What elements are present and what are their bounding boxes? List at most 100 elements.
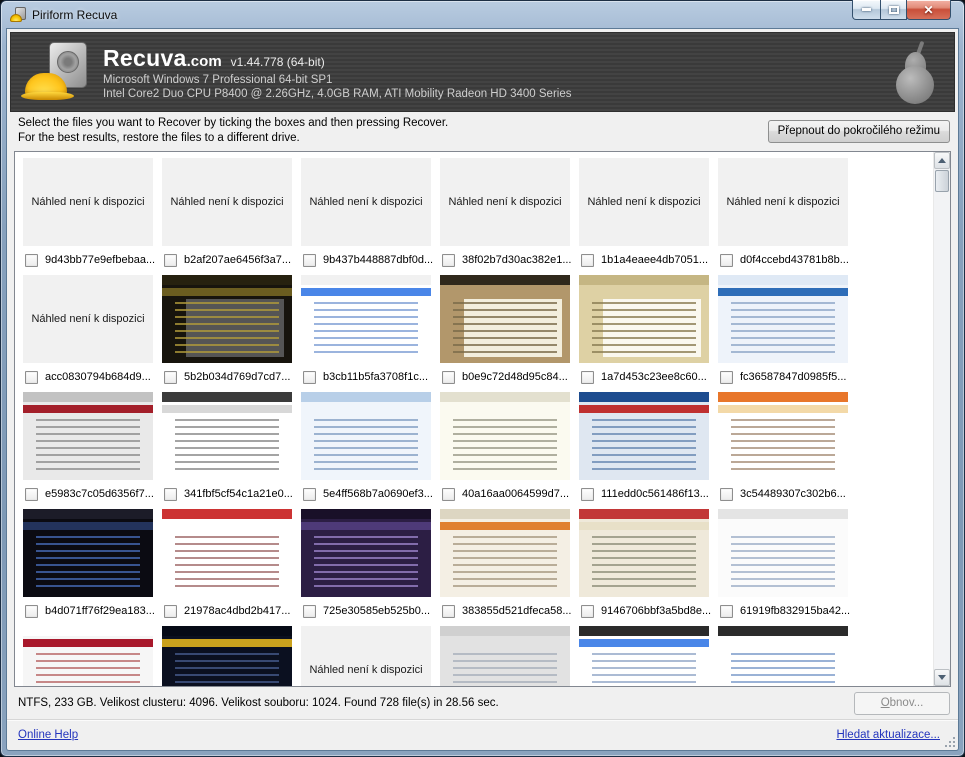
file-name: b2af207ae6456f3a7...	[184, 254, 291, 266]
file-thumbnail[interactable]	[301, 275, 431, 363]
file-thumbnail[interactable]: Náhled není k dispozici	[718, 158, 848, 246]
file-thumbnail[interactable]	[718, 509, 848, 597]
file-checkbox[interactable]	[303, 605, 316, 618]
file-name: 1a7d453c23ee8c60...	[601, 371, 707, 383]
file-thumbnail[interactable]	[440, 626, 570, 686]
file-checkbox[interactable]	[581, 371, 594, 384]
file-label-row: 3c54489307c302b6...	[718, 487, 848, 501]
file-checkbox[interactable]	[303, 254, 316, 267]
scrollbar-thumb[interactable]	[935, 170, 949, 192]
file-checkbox[interactable]	[164, 488, 177, 501]
file-thumbnail[interactable]	[301, 509, 431, 597]
file-thumbnail[interactable]	[162, 275, 292, 363]
scrollbar-up-button[interactable]	[934, 152, 950, 169]
file-name: 9146706bbf3a5bd8e...	[601, 605, 711, 617]
check-updates-link[interactable]: Hledat aktualizace...	[836, 729, 940, 741]
file-label-row: 61919fb832915ba42...	[718, 604, 848, 618]
thumbnail-header-bar	[301, 275, 431, 285]
thumbnail-band	[23, 522, 153, 530]
file-thumbnail[interactable]	[440, 509, 570, 597]
file-name: 38f02b7d30ac382e1...	[462, 254, 572, 266]
file-thumbnail[interactable]: Náhled není k dispozici	[301, 626, 431, 686]
file-cell: Náhled není k dispozicid0f4ccebd43781b8b…	[718, 158, 848, 267]
recuva-logo-icon	[25, 42, 89, 102]
file-checkbox[interactable]	[442, 605, 455, 618]
pear-body	[896, 66, 934, 104]
file-thumbnail[interactable]: Náhled není k dispozici	[579, 158, 709, 246]
thumbnail-header-bar	[301, 392, 431, 402]
file-checkbox[interactable]	[442, 371, 455, 384]
file-thumbnail[interactable]	[718, 392, 848, 480]
file-thumbnail[interactable]: Náhled není k dispozici	[23, 158, 153, 246]
file-thumbnail[interactable]	[23, 626, 153, 686]
file-checkbox[interactable]	[720, 488, 733, 501]
file-checkbox[interactable]	[581, 254, 594, 267]
file-checkbox[interactable]	[720, 371, 733, 384]
file-grid: Náhled není k dispozici 9d43bb77e9efbebaa…	[15, 152, 933, 686]
file-thumbnail[interactable]: Náhled není k dispozici	[440, 158, 570, 246]
file-checkbox[interactable]	[720, 254, 733, 267]
file-checkbox[interactable]	[720, 605, 733, 618]
file-label-row: 38f02b7d30ac382e1...	[440, 253, 570, 267]
file-cell: 1a7d453c23ee8c60...	[579, 275, 709, 384]
file-thumbnail[interactable]	[162, 392, 292, 480]
maximize-button[interactable]	[880, 0, 907, 20]
file-thumbnail[interactable]	[23, 392, 153, 480]
online-help-link[interactable]: Online Help	[18, 729, 78, 741]
file-checkbox[interactable]	[581, 488, 594, 501]
thumbnail-header-bar	[718, 275, 848, 285]
file-checkbox[interactable]	[164, 605, 177, 618]
thumbnail-band	[579, 522, 709, 530]
advanced-mode-button[interactable]: Přepnout do pokročilého režimu	[768, 120, 950, 143]
recover-button[interactable]: Obnov...	[854, 692, 950, 715]
no-preview-text: Náhled není k dispozici	[31, 196, 144, 208]
file-label-row: 9d43bb77e9efbebaa...	[23, 253, 153, 267]
file-thumbnail[interactable]: Náhled není k dispozici	[23, 275, 153, 363]
file-checkbox[interactable]	[303, 371, 316, 384]
file-name: b3cb11b5fa3708f1c...	[323, 371, 428, 383]
file-thumbnail[interactable]	[579, 275, 709, 363]
thumbnail-text-lines	[314, 419, 418, 472]
instructions-line1: Select the files you want to Recover by …	[18, 116, 448, 131]
scrollbar-down-button[interactable]	[934, 669, 950, 686]
file-thumbnail[interactable]	[162, 626, 292, 686]
file-checkbox[interactable]	[25, 371, 38, 384]
file-thumbnail[interactable]	[440, 392, 570, 480]
file-checkbox[interactable]	[25, 488, 38, 501]
file-checkbox[interactable]	[25, 605, 38, 618]
file-checkbox[interactable]	[442, 488, 455, 501]
file-thumbnail[interactable]: Náhled není k dispozici	[301, 158, 431, 246]
file-thumbnail[interactable]	[718, 275, 848, 363]
file-checkbox[interactable]	[303, 488, 316, 501]
file-checkbox[interactable]	[164, 371, 177, 384]
file-thumbnail[interactable]	[579, 509, 709, 597]
file-cell	[440, 626, 570, 686]
file-thumbnail[interactable]	[162, 509, 292, 597]
file-thumbnail[interactable]	[440, 275, 570, 363]
thumbnail-band	[718, 288, 848, 296]
minimize-button[interactable]	[852, 0, 881, 20]
file-name: fc36587847d0985f5...	[740, 371, 846, 383]
file-thumbnail[interactable]	[301, 392, 431, 480]
file-checkbox[interactable]	[581, 605, 594, 618]
file-thumbnail[interactable]	[579, 626, 709, 686]
window-title: Piriform Recuva	[32, 8, 117, 22]
file-checkbox[interactable]	[164, 254, 177, 267]
file-label-row: e5983c7c05d6356f7...	[23, 487, 153, 501]
file-thumbnail[interactable]	[579, 392, 709, 480]
file-thumbnail[interactable]: Náhled není k dispozici	[162, 158, 292, 246]
footer-bar: Online Help Hledat aktualizace...	[7, 719, 958, 750]
close-button[interactable]: ✕	[906, 0, 951, 20]
file-label-row: b3cb11b5fa3708f1c...	[301, 370, 431, 384]
file-thumbnail[interactable]	[718, 626, 848, 686]
file-thumbnail[interactable]	[23, 509, 153, 597]
file-label-row: 725e30585eb525b0...	[301, 604, 431, 618]
file-cell: 5b2b034d769d7cd7...	[162, 275, 292, 384]
titlebar[interactable]: Piriform Recuva	[1, 1, 964, 29]
file-checkbox[interactable]	[442, 254, 455, 267]
no-preview-text: Náhled není k dispozici	[309, 196, 422, 208]
scrollbar[interactable]	[933, 152, 950, 686]
file-checkbox[interactable]	[25, 254, 38, 267]
resize-grip[interactable]	[943, 735, 955, 747]
scroll-down-icon	[938, 675, 946, 680]
